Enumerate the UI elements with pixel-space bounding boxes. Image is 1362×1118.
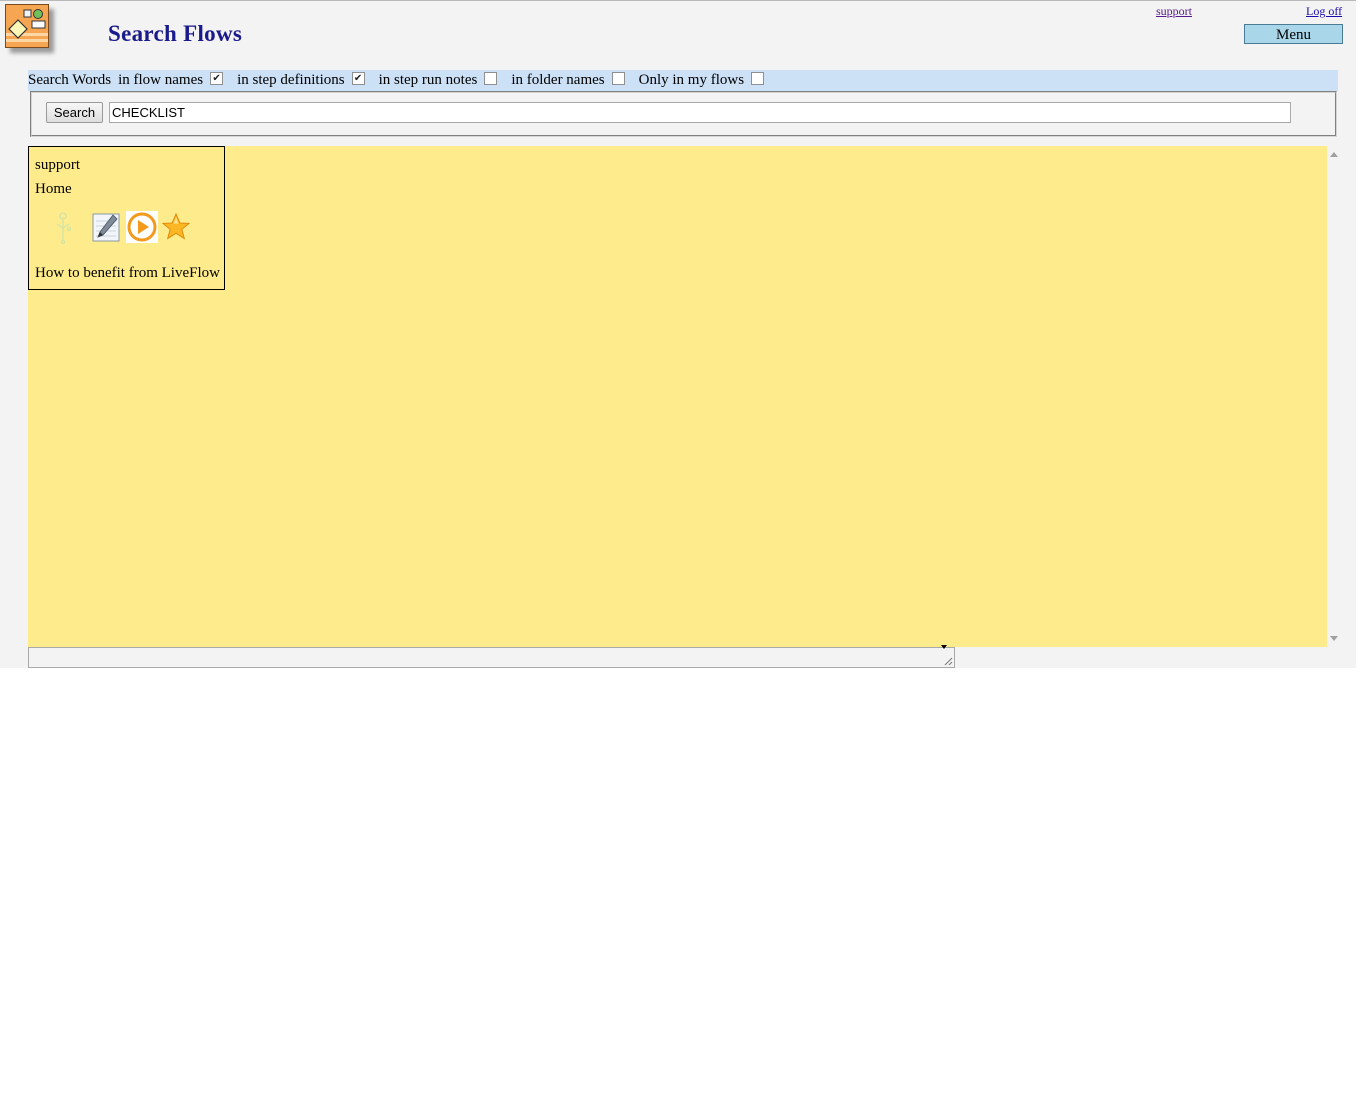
play-run-icon[interactable] [126,211,158,243]
notes-textarea[interactable] [28,647,955,668]
option-label: in step run notes [378,72,478,88]
search-panel: Search [30,91,1337,137]
support-link[interactable]: support [1156,4,1192,19]
option-folder-names: in folder names [511,70,638,91]
flow-result-card[interactable]: support Home How to benefit from LiveFlo… [28,146,225,290]
flow-owner: support [35,157,80,173]
folder-names-checkbox[interactable] [611,72,625,85]
option-label: in folder names [511,72,605,88]
option-label: in flow names [118,72,204,88]
search-words-label: Search Words [28,72,112,88]
scroll-down-icon[interactable] [1330,636,1338,641]
search-button[interactable]: Search [46,102,103,123]
resize-grip-icon[interactable] [944,657,953,666]
option-flow-names: in flow names ✔ [118,70,237,91]
app-logo-icon [5,4,49,48]
search-options-bar: Search Words in flow names ✔ in step def… [28,70,1338,91]
only-my-flows-checkbox[interactable] [751,72,765,85]
star-favorite-icon[interactable] [160,211,192,243]
option-label: in step definitions [237,72,345,88]
option-label: Only in my flows [638,72,745,88]
logoff-link[interactable]: Log off [1306,4,1342,19]
flow-folder: Home [35,181,72,197]
app-window: Search Flows support Log off Menu Search… [0,0,1356,668]
flow-title[interactable]: How to benefit from LiveFlow [35,265,220,282]
dropdown-arrow-icon[interactable] [941,645,947,649]
results-scrollbar[interactable] [1327,146,1342,647]
option-step-definitions: in step definitions ✔ [237,70,379,91]
menu-button[interactable]: Menu [1244,24,1343,44]
scroll-up-icon[interactable] [1330,152,1338,157]
option-only-my-flows: Only in my flows [639,70,778,91]
option-step-run-notes: in step run notes [379,70,512,91]
flowchart-icon[interactable] [49,211,81,245]
search-input[interactable] [109,102,1291,123]
page-title: Search Flows [108,21,243,46]
flow-names-checkbox[interactable]: ✔ [210,72,224,85]
edit-notepad-icon[interactable] [91,211,123,243]
step-definitions-checkbox[interactable]: ✔ [351,72,365,85]
step-run-notes-checkbox[interactable] [484,72,498,85]
